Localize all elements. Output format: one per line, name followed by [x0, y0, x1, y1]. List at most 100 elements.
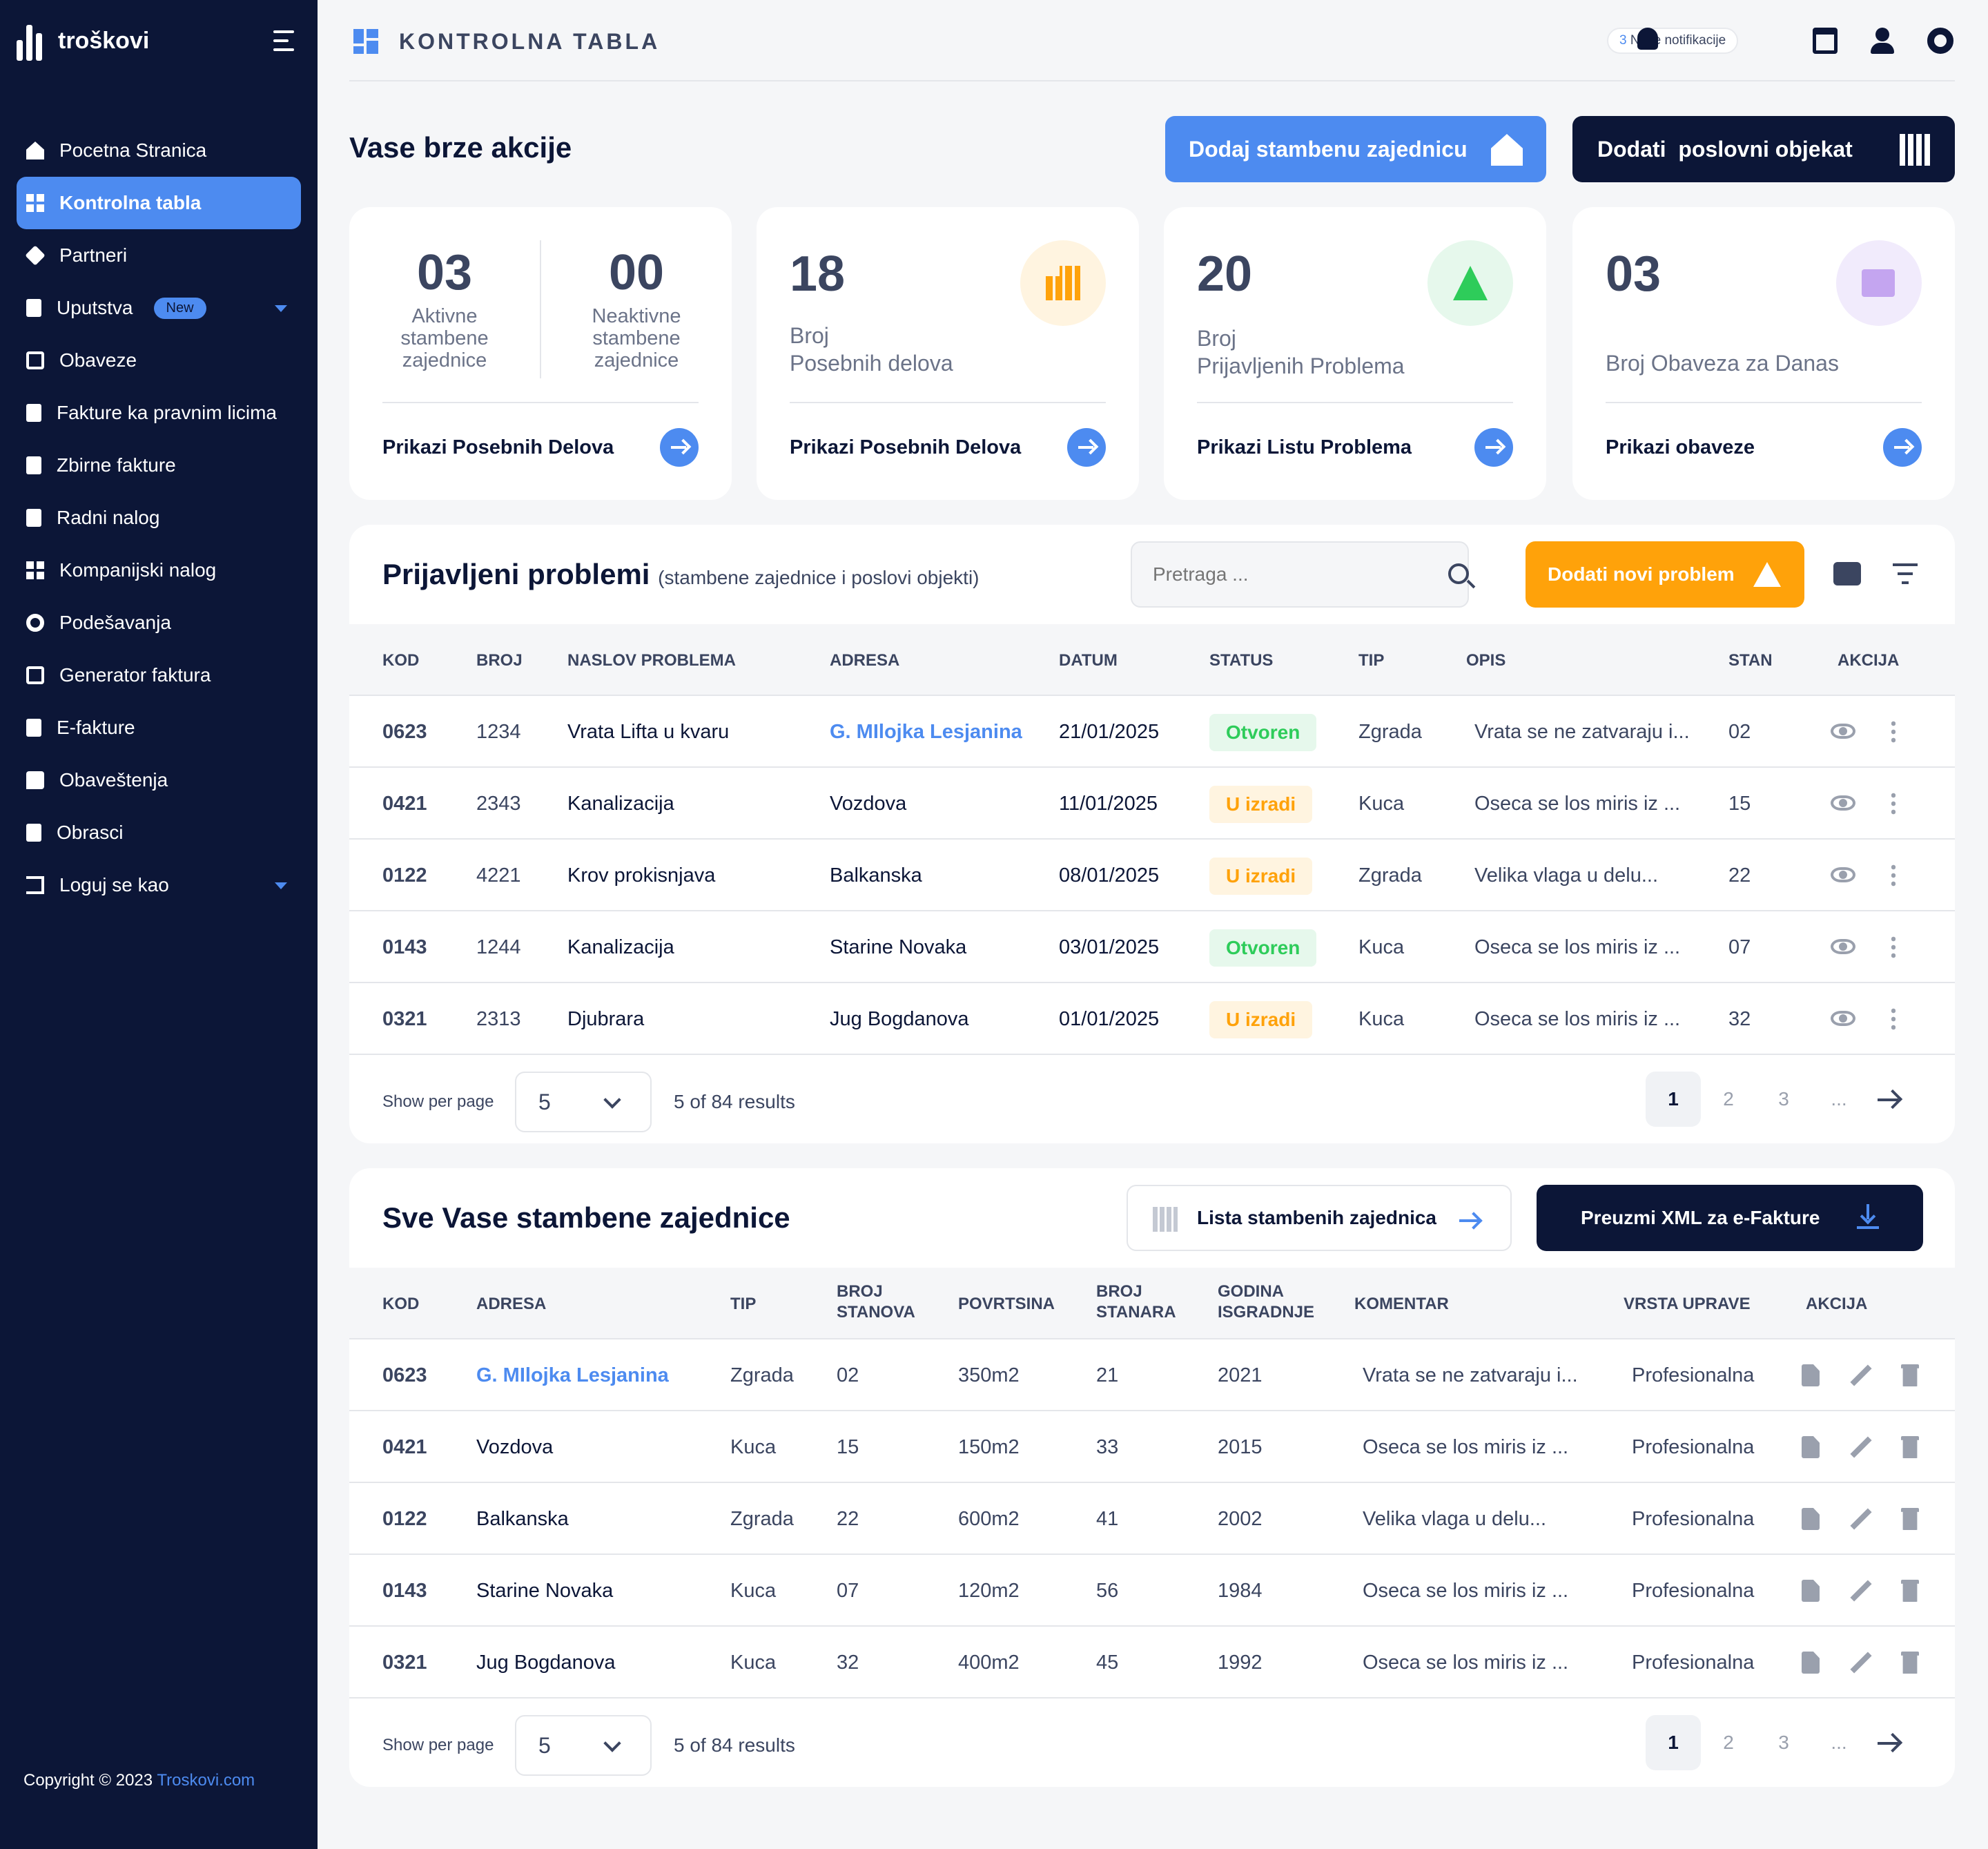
sidebar-item-generator-faktura[interactable]: Generator faktura [17, 649, 301, 701]
trash-icon[interactable] [1901, 1364, 1919, 1386]
page-3-button[interactable]: 3 [1756, 1715, 1811, 1770]
active-count: 03 [416, 245, 473, 300]
trash-icon[interactable] [1901, 1508, 1919, 1530]
copyright-link[interactable]: Troskovi.com [157, 1771, 255, 1790]
add-problem-button[interactable]: Dodati novi problem [1526, 541, 1804, 608]
communities-panel: Sve Vase stambene zajednice Lista stambe… [349, 1168, 1955, 1787]
code-cell: 0122 [382, 1508, 427, 1530]
type-cell: Zgrada [730, 1364, 794, 1386]
calendar-icon[interactable] [1813, 28, 1838, 54]
unit-cell: 22 [1728, 864, 1751, 887]
sidebar-item-obaveze[interactable]: Obaveze [17, 334, 301, 387]
sidebar-item-e-fakture[interactable]: E-fakture [17, 701, 301, 754]
invoice-icon [26, 404, 41, 422]
problems-title: Prijavljeni problemi (stambene zajednice… [382, 558, 980, 591]
page-1-button[interactable]: 1 [1646, 1715, 1701, 1770]
filter-icon[interactable] [1893, 563, 1918, 584]
arrow-right-icon[interactable] [1883, 428, 1922, 467]
residents-cell: 33 [1096, 1436, 1119, 1458]
add-business-button[interactable]: Dodati poslovni objekat [1572, 116, 1955, 182]
more-options-icon[interactable] [1891, 863, 1896, 887]
card-link-label[interactable]: Prikazi Posebnih Delova [382, 436, 614, 459]
bell-icon[interactable] [1637, 28, 1658, 50]
arrow-right-icon[interactable] [660, 428, 699, 467]
search-input[interactable] [1131, 541, 1469, 608]
brand-logo[interactable]: troškovi [17, 21, 149, 61]
edit-icon[interactable] [1850, 1508, 1872, 1530]
community-list-button[interactable]: Lista stambenih zajednica [1127, 1185, 1512, 1251]
page-2-button[interactable]: 2 [1701, 1715, 1756, 1770]
sidebar-item-uputstva[interactable]: Uputstva New [17, 282, 301, 334]
page-3-button[interactable]: 3 [1756, 1072, 1811, 1127]
login-icon [26, 876, 44, 894]
trash-icon[interactable] [1901, 1580, 1919, 1602]
table-row: 0122 Balkanska Zgrada 22 600m2 41 2002 Velika v… [349, 1483, 1955, 1555]
year-cell: 2021 [1218, 1364, 1263, 1386]
more-options-icon[interactable] [1891, 935, 1896, 958]
notifications-badge[interactable]: 3 Nove notifikacije [1607, 28, 1739, 54]
sidebar-item-pocetna-stranica[interactable]: Pocetna Stranica [17, 124, 301, 177]
sidebar-item-radni-nalog[interactable]: Radni nalog [17, 492, 301, 544]
notif-count: 3 [1619, 33, 1627, 48]
sidebar-item-partneri[interactable]: Partneri [17, 229, 301, 282]
page-1-button[interactable]: 1 [1646, 1072, 1701, 1127]
eye-icon[interactable] [1831, 939, 1855, 954]
address-cell[interactable]: G. MIlojka Lesjanina [476, 1339, 669, 1411]
document-icon[interactable] [1802, 1508, 1820, 1530]
parts-count: 18 [790, 246, 846, 302]
sidebar-item-kompanijski-nalog[interactable]: Kompanijski nalog [17, 544, 301, 597]
type-cell: Kuca [1358, 793, 1405, 815]
card-link-label[interactable]: Prikazi obaveze [1606, 436, 1755, 459]
chevron-down-icon[interactable] [275, 882, 287, 889]
trash-icon[interactable] [1901, 1652, 1919, 1674]
edit-icon[interactable] [1850, 1436, 1872, 1458]
document-icon[interactable] [1802, 1652, 1820, 1674]
add-community-label: Dodaj stambenu zajednicu [1189, 136, 1468, 162]
more-options-icon[interactable] [1891, 719, 1896, 743]
sidebar-item-kontrolna-tabla[interactable]: Kontrolna tabla [17, 177, 301, 229]
print-icon[interactable] [1833, 562, 1861, 585]
column-header: AKCIJA [1838, 651, 1900, 670]
gear-icon[interactable] [1927, 28, 1953, 54]
column-header: OPIS [1466, 651, 1506, 670]
more-options-icon[interactable] [1891, 791, 1896, 815]
document-icon[interactable] [1802, 1580, 1820, 1602]
per-page-select[interactable]: 5 [515, 1715, 652, 1776]
trash-icon[interactable] [1901, 1436, 1919, 1458]
user-icon[interactable] [1869, 28, 1897, 55]
code-cell: 0623 [382, 721, 427, 743]
eye-icon[interactable] [1831, 724, 1855, 739]
more-options-icon[interactable] [1891, 1007, 1896, 1030]
eye-icon[interactable] [1831, 795, 1855, 811]
sidebar-item-loguj-se-kao[interactable]: Loguj se kao [17, 859, 301, 911]
sidebar-item-zbirne-fakture[interactable]: Zbirne fakture [17, 439, 301, 492]
chevron-down-icon[interactable] [275, 305, 287, 312]
card-link-label[interactable]: Prikazi Listu Problema [1197, 436, 1412, 459]
edit-icon[interactable] [1850, 1364, 1872, 1386]
problems-label-2: Prijavljenih Problema [1197, 354, 1405, 378]
search-icon[interactable] [1448, 563, 1469, 584]
next-page-icon[interactable] [1878, 1090, 1900, 1110]
download-xml-button[interactable]: Preuzmi XML za e-Fakture [1537, 1185, 1923, 1251]
sidebar-item-obrasci[interactable]: Obrasci [17, 806, 301, 859]
unit-cell: 02 [1728, 721, 1751, 743]
arrow-right-icon[interactable] [1067, 428, 1106, 467]
edit-icon[interactable] [1850, 1652, 1872, 1674]
menu-collapse-icon[interactable] [273, 30, 300, 51]
card-link-label[interactable]: Prikazi Posebnih Delova [790, 436, 1021, 459]
number-cell: 4221 [476, 864, 521, 887]
per-page-select[interactable]: 5 [515, 1072, 652, 1132]
eye-icon[interactable] [1831, 1011, 1855, 1026]
arrow-right-icon[interactable] [1474, 428, 1513, 467]
document-icon[interactable] [1802, 1364, 1820, 1386]
eye-icon[interactable] [1831, 867, 1855, 882]
document-icon[interactable] [1802, 1436, 1820, 1458]
add-community-button[interactable]: Dodaj stambenu zajednicu [1165, 116, 1546, 182]
address-cell[interactable]: G. MIlojka Lesjanina [830, 696, 1022, 768]
edit-icon[interactable] [1850, 1580, 1872, 1602]
next-page-icon[interactable] [1878, 1733, 1900, 1754]
sidebar-item-obave-tenja[interactable]: Obaveštenja [17, 754, 301, 806]
sidebar-item-pode-avanja[interactable]: Podešavanja [17, 597, 301, 649]
sidebar-item-fakture-ka-pravnim-licima[interactable]: Fakture ka pravnim licima [17, 387, 301, 439]
page-2-button[interactable]: 2 [1701, 1072, 1756, 1127]
